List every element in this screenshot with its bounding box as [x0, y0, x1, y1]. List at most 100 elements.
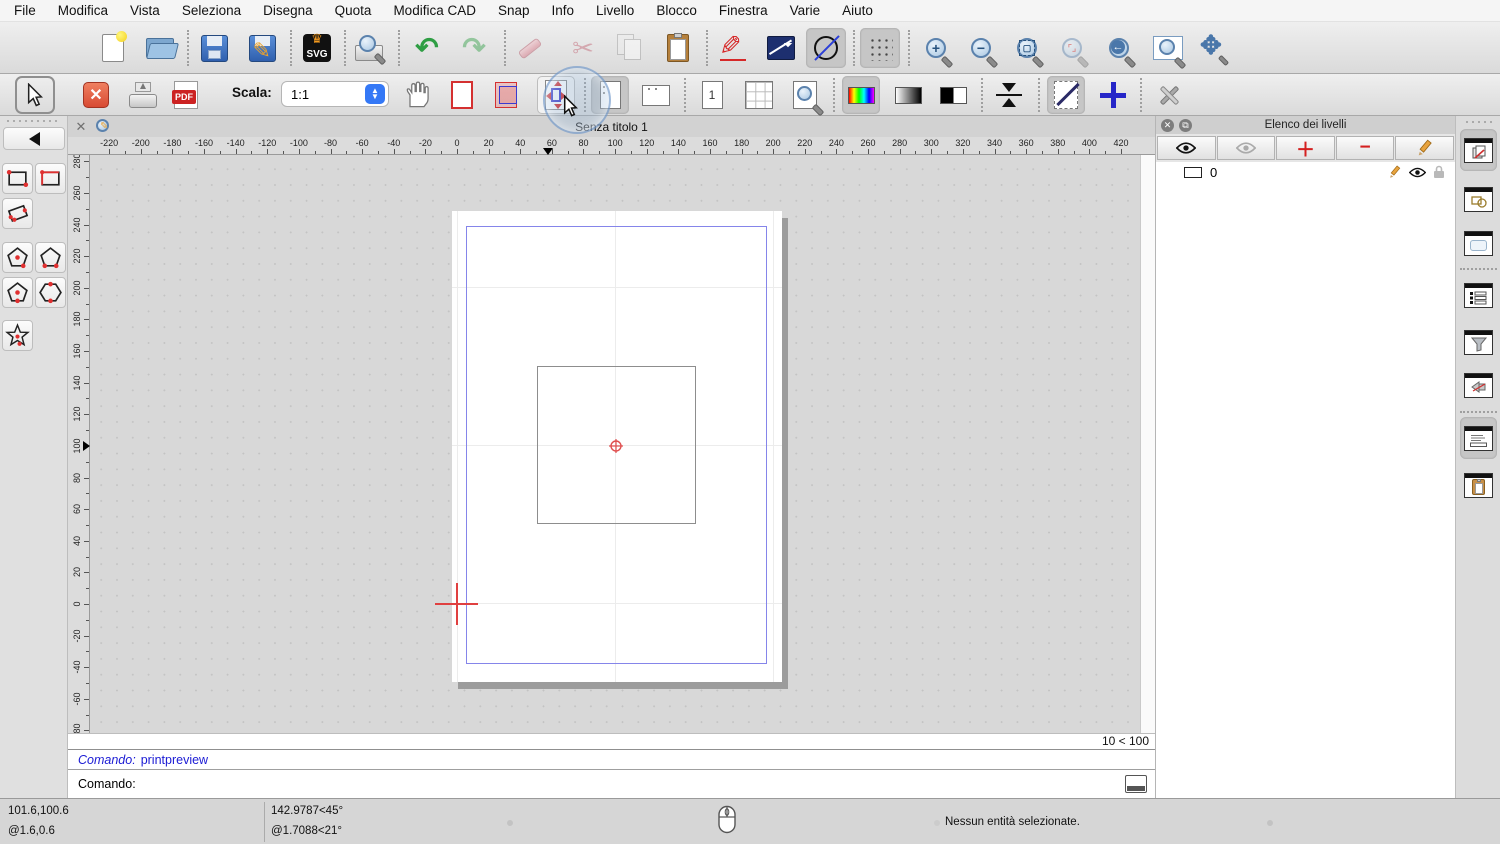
grayscale-icon — [895, 87, 922, 104]
layer-edit-pencil-icon[interactable] — [1388, 165, 1402, 179]
print-preview-button[interactable] — [349, 28, 389, 68]
show-margins-button[interactable] — [489, 76, 527, 114]
property-editor-window-icon — [1464, 283, 1493, 308]
zoom-selection-button[interactable]: ⌜⌟ — [1052, 28, 1092, 68]
menu-item-modifica[interactable]: Modifica — [58, 3, 108, 18]
print-button[interactable] — [124, 76, 162, 114]
crosshair-button[interactable] — [1094, 76, 1132, 114]
hide-all-layers-button[interactable] — [1217, 136, 1276, 160]
palette-drag-handle[interactable] — [5, 119, 61, 123]
draw-line-button[interactable] — [761, 28, 801, 68]
zoom-out-button[interactable]: − — [961, 28, 1001, 68]
undo-button[interactable]: ↶ — [407, 28, 447, 68]
dock-drag-handle[interactable] — [1464, 120, 1494, 124]
plus-icon: ＋ — [1296, 135, 1315, 162]
add-layer-button[interactable]: ＋ — [1276, 136, 1335, 160]
draft-mode-button[interactable] — [1047, 76, 1085, 114]
h-ruler-label: -120 — [258, 138, 276, 148]
save-button[interactable] — [194, 28, 234, 68]
rectangle-rotated-button[interactable] — [2, 198, 33, 229]
settings-button[interactable] — [1150, 76, 1188, 114]
star-button[interactable] — [2, 320, 33, 351]
command-input[interactable]: Comando: — [68, 769, 1155, 798]
delete-button[interactable] — [510, 28, 550, 68]
back-button[interactable] — [3, 127, 65, 150]
rectangle-size-button[interactable] — [2, 163, 33, 194]
show-paper-button[interactable] — [443, 76, 481, 114]
menu-item-vista[interactable]: Vista — [130, 3, 160, 18]
menu-item-finestra[interactable]: Finestra — [719, 3, 768, 18]
block-list-panel-button[interactable] — [1460, 178, 1497, 220]
zoom-pan-button[interactable]: ✥ — [1193, 28, 1233, 68]
close-print-preview-button[interactable]: ✕ — [77, 76, 115, 114]
scale-select[interactable]: 1:1 ▲▼ — [281, 81, 389, 107]
fit-vertically-button[interactable] — [990, 76, 1028, 114]
drawing-canvas[interactable] — [90, 155, 1140, 733]
color-bar-icon — [848, 87, 875, 104]
paste-button[interactable] — [658, 28, 698, 68]
property-editor-panel-button[interactable] — [1460, 274, 1497, 316]
zoom-page-button[interactable] — [786, 76, 824, 114]
menu-item-snap[interactable]: Snap — [498, 3, 530, 18]
layer-lock-icon[interactable] — [1433, 165, 1445, 179]
black-white-button[interactable] — [934, 76, 972, 114]
show-all-layers-button[interactable] — [1157, 136, 1216, 160]
grid-toggle-button[interactable] — [860, 28, 900, 68]
layer-color-icon — [1184, 167, 1202, 178]
h-ruler-label: 200 — [766, 138, 781, 148]
zoom-previous-button[interactable]: ← — [1099, 28, 1139, 68]
origin-cross-vertical — [456, 583, 458, 625]
zoom-auto-button[interactable]: ▢ — [1007, 28, 1047, 68]
cut-button[interactable]: ✂ — [563, 28, 603, 68]
select-arrow-button[interactable] — [15, 76, 55, 114]
new-document-button[interactable] — [93, 28, 133, 68]
menu-item-livello[interactable]: Livello — [596, 3, 634, 18]
vertical-scrollbar[interactable] — [1140, 155, 1155, 733]
command-line-panel-button[interactable] — [1460, 417, 1497, 459]
layer-row[interactable]: 0 — [1156, 162, 1455, 182]
export-pdf-button[interactable]: PDF — [167, 76, 205, 114]
polygon-center-vertex-button[interactable] — [2, 242, 33, 273]
draw-ellipse-button[interactable] — [806, 28, 846, 68]
stepper-icon[interactable]: ▲▼ — [365, 84, 385, 104]
remove-layer-button[interactable]: − — [1336, 136, 1395, 160]
menu-item-aiuto[interactable]: Aiuto — [842, 3, 873, 18]
clipboard-panel-button[interactable] — [1460, 464, 1497, 506]
polygon-two-vertices-button[interactable] — [35, 242, 66, 273]
edit-layer-button[interactable] — [1395, 136, 1454, 160]
command-panel-icon[interactable] — [1125, 775, 1147, 793]
open-file-button[interactable] — [141, 28, 181, 68]
star-icon — [5, 323, 30, 348]
menu-item-info[interactable]: Info — [552, 3, 575, 18]
zoom-window-button[interactable] — [1148, 28, 1188, 68]
menu-item-disegna[interactable]: Disegna — [263, 3, 313, 18]
single-page-icon: 1 — [702, 81, 723, 109]
command-trigger-panel-button[interactable] — [1460, 364, 1497, 406]
rectangle-corner-button[interactable] — [35, 163, 66, 194]
polygon-center-side-button[interactable] — [2, 277, 33, 308]
layer-name: 0 — [1210, 165, 1217, 180]
menu-item-modifica-cad[interactable]: Modifica CAD — [393, 3, 476, 18]
menu-item-varie[interactable]: Varie — [790, 3, 821, 18]
layer-list-panel-button[interactable] — [1460, 129, 1497, 171]
draw-pen-button[interactable]: ✎ — [713, 28, 753, 68]
menu-item-blocco[interactable]: Blocco — [656, 3, 697, 18]
save-as-button[interactable]: ✎ — [242, 28, 282, 68]
menu-item-seleziona[interactable]: Seleziona — [182, 3, 241, 18]
layer-visibility-eye-icon[interactable] — [1409, 167, 1426, 178]
copy-button[interactable] — [610, 28, 650, 68]
redo-button[interactable]: ↷ — [454, 28, 494, 68]
hexagon-two-points-button[interactable] — [35, 277, 66, 308]
menu-item-file[interactable]: File — [14, 3, 36, 18]
selection-filter-panel-button[interactable] — [1460, 321, 1497, 363]
pan-hand-button[interactable] — [398, 76, 436, 114]
landscape-button[interactable] — [637, 76, 675, 114]
multi-page-button[interactable] — [740, 76, 778, 114]
zoom-in-button[interactable]: + — [916, 28, 956, 68]
library-browser-panel-button[interactable] — [1460, 222, 1497, 264]
full-color-button[interactable] — [842, 76, 880, 114]
menu-item-quota[interactable]: Quota — [335, 3, 372, 18]
grayscale-button[interactable] — [889, 76, 927, 114]
single-page-button[interactable]: 1 — [693, 76, 731, 114]
export-svg-button[interactable]: ♛ SVG — [297, 28, 337, 68]
